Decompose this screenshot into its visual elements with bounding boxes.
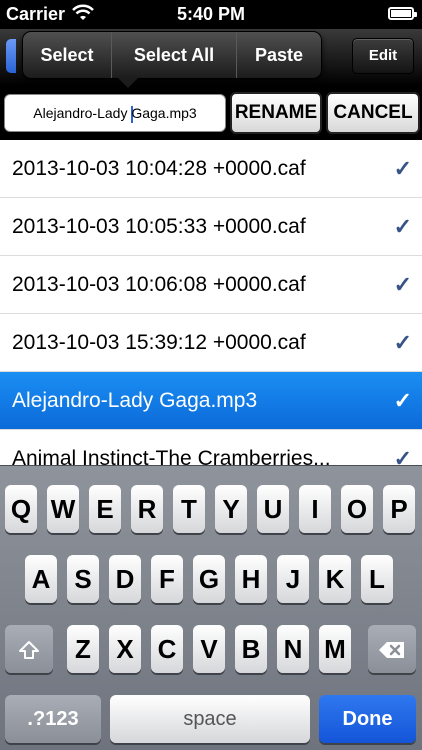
file-list: 2013-10-03 10:04:28 +0000.caf ✓ 2013-10-… xyxy=(0,140,422,465)
key-f[interactable]: F xyxy=(151,555,183,603)
key-c[interactable]: C xyxy=(151,625,183,673)
file-row[interactable]: 2013-10-03 10:06:08 +0000.caf ✓ xyxy=(0,256,422,314)
select-all-menu-item[interactable]: Select All xyxy=(112,32,236,78)
select-menu-item[interactable]: Select xyxy=(23,32,111,78)
edit-menu: Select Select All Paste xyxy=(22,31,322,79)
key-b[interactable]: B xyxy=(235,625,267,673)
key-x[interactable]: X xyxy=(109,625,141,673)
file-row[interactable]: 2013-10-03 10:04:28 +0000.caf ✓ xyxy=(0,140,422,198)
rename-button[interactable]: RENAME xyxy=(230,92,322,134)
shift-icon xyxy=(18,625,40,673)
key-e[interactable]: E xyxy=(89,485,121,533)
key-o[interactable]: O xyxy=(341,485,373,533)
key-m[interactable]: M xyxy=(319,625,351,673)
numbers-key[interactable]: .?123 xyxy=(5,695,101,743)
rename-bar: Alejandro-Lady Gaga.mp3 RENAME CANCEL xyxy=(0,86,422,140)
key-v[interactable]: V xyxy=(193,625,225,673)
key-s[interactable]: S xyxy=(67,555,99,603)
nav-left-button[interactable] xyxy=(6,39,16,73)
paste-menu-item[interactable]: Paste xyxy=(237,32,321,78)
filename-input[interactable]: Alejandro-Lady Gaga.mp3 xyxy=(4,94,226,132)
clock: 5:40 PM xyxy=(176,4,246,24)
key-l[interactable]: L xyxy=(361,555,393,603)
file-name: Animal Instinct-The Cramberries... xyxy=(12,447,331,465)
checkmark-icon: ✓ xyxy=(393,272,412,297)
space-key[interactable]: space xyxy=(110,695,310,743)
key-p[interactable]: P xyxy=(383,485,415,533)
input-text-before-caret: Alejandro-Lady xyxy=(33,105,132,121)
key-u[interactable]: U xyxy=(257,485,289,533)
keyboard: Q W E R T Y U I O P A S D F G H J K L Z … xyxy=(0,465,422,750)
file-name: 2013-10-03 15:39:12 +0000.caf xyxy=(12,331,306,354)
checkmark-icon: ✓ xyxy=(393,156,412,181)
checkmark-icon: ✓ xyxy=(393,446,412,465)
battery-icon xyxy=(388,7,417,20)
file-row[interactable]: 2013-10-03 15:39:12 +0000.caf ✓ xyxy=(0,314,422,372)
status-bar: Carrier 5:40 PM xyxy=(0,0,422,29)
file-row[interactable]: 2013-10-03 10:05:33 +0000.caf ✓ xyxy=(0,198,422,256)
key-t[interactable]: T xyxy=(173,485,205,533)
delete-icon xyxy=(378,625,406,673)
keyboard-top-border xyxy=(0,465,422,466)
cancel-button[interactable]: CANCEL xyxy=(326,92,420,134)
key-g[interactable]: G xyxy=(193,555,225,603)
key-r[interactable]: R xyxy=(131,485,163,533)
file-row-selected[interactable]: Alejandro-Lady Gaga.mp3 ✓ xyxy=(0,372,422,430)
key-a[interactable]: A xyxy=(25,555,57,603)
key-j[interactable]: J xyxy=(277,555,309,603)
file-row[interactable]: Animal Instinct-The Cramberries... ✓ xyxy=(0,430,422,465)
key-q[interactable]: Q xyxy=(5,485,37,533)
key-d[interactable]: D xyxy=(109,555,141,603)
key-h[interactable]: H xyxy=(235,555,267,603)
file-name: 2013-10-03 10:05:33 +0000.caf xyxy=(12,215,306,238)
done-key[interactable]: Done xyxy=(319,695,416,743)
key-i[interactable]: I xyxy=(299,485,331,533)
key-n[interactable]: N xyxy=(277,625,309,673)
edit-menu-pointer xyxy=(118,78,138,88)
key-z[interactable]: Z xyxy=(67,625,99,673)
edit-button[interactable]: Edit xyxy=(352,38,414,74)
key-w[interactable]: W xyxy=(47,485,79,533)
input-text-after-caret: Gaga.mp3 xyxy=(131,105,197,121)
checkmark-icon: ✓ xyxy=(393,330,412,355)
file-name: 2013-10-03 10:04:28 +0000.caf xyxy=(12,157,306,180)
shift-key[interactable] xyxy=(5,625,53,673)
file-name: Alejandro-Lady Gaga.mp3 xyxy=(12,389,258,412)
checkmark-icon: ✓ xyxy=(393,214,412,239)
delete-key[interactable] xyxy=(368,625,416,673)
key-y[interactable]: Y xyxy=(215,485,247,533)
file-name: 2013-10-03 10:06:08 +0000.caf xyxy=(12,273,306,296)
key-k[interactable]: K xyxy=(319,555,351,603)
checkmark-icon: ✓ xyxy=(393,388,412,413)
